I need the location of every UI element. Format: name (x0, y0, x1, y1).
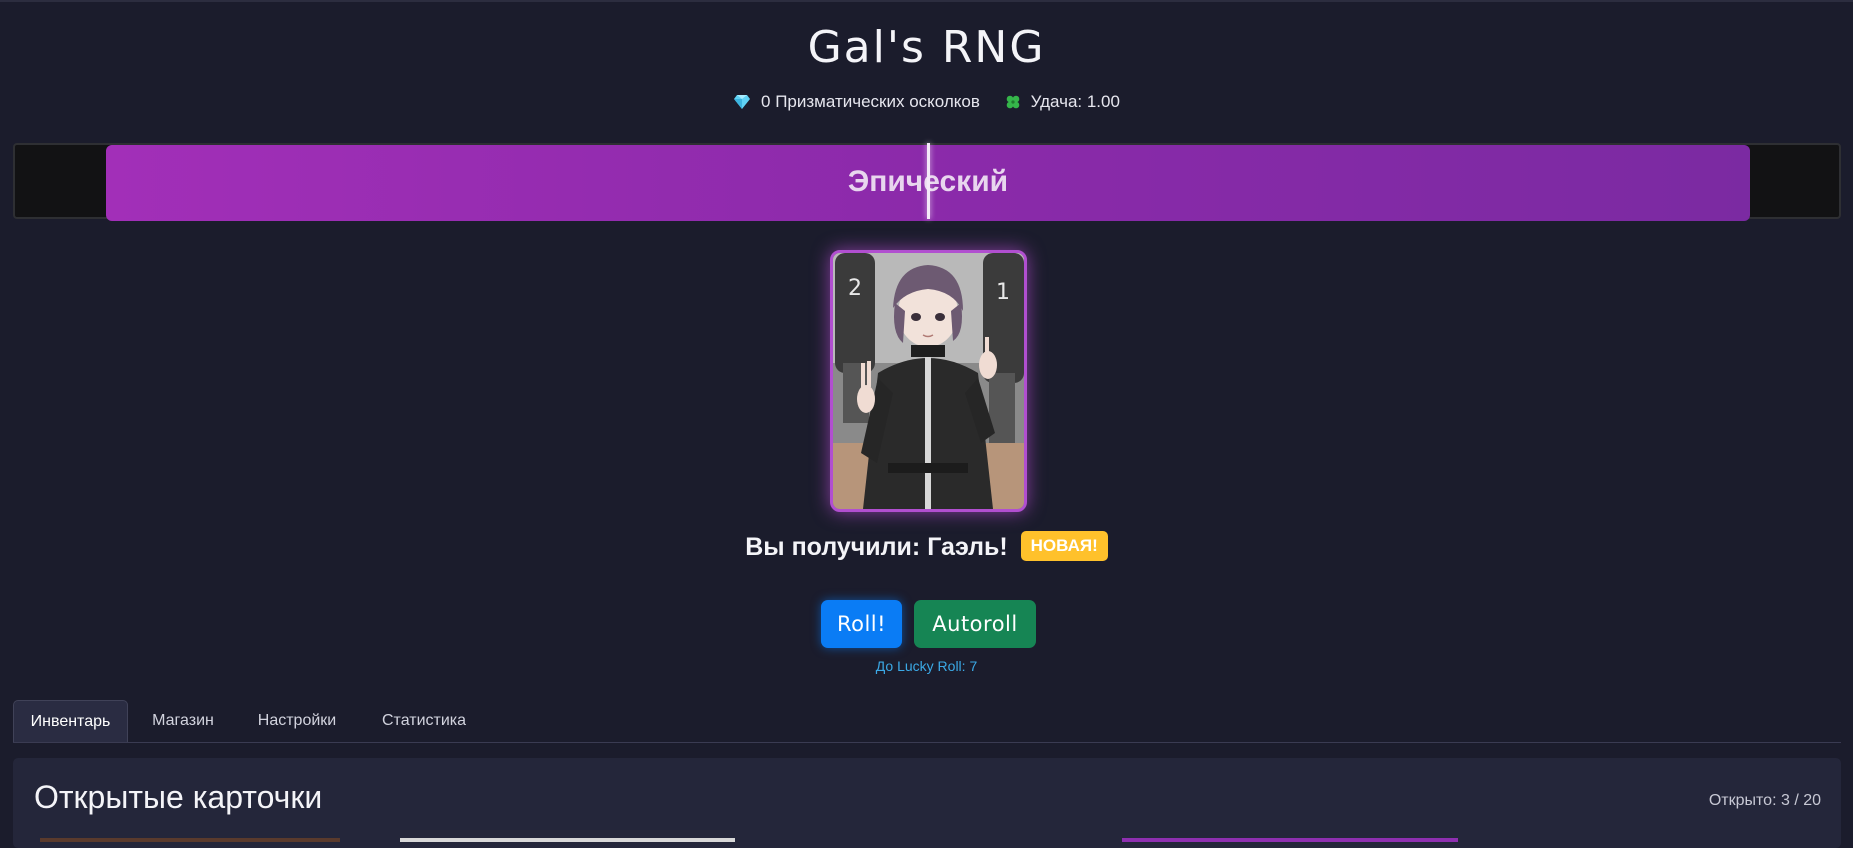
tab-shop[interactable]: Магазин (131, 700, 235, 742)
tab-statistics[interactable]: Статистика (359, 700, 489, 742)
spinner-needle (927, 143, 930, 219)
inventory-panel: Открытые карточки Открыто: 3 / 20 (13, 758, 1841, 848)
svg-text:2: 2 (848, 276, 862, 301)
gem-icon (734, 95, 751, 109)
roll-result: Вы получили: Гаэль! НОВАЯ! (0, 531, 1853, 563)
stats-bar: 0 Призматических осколков Удача: 1.00 (0, 92, 1853, 115)
luck-stat: Удача: 1.00 (1005, 92, 1120, 112)
luck-text: Удача: 1.00 (1030, 92, 1120, 111)
tab-settings[interactable]: Настройки (235, 700, 359, 742)
autoroll-button[interactable]: Autoroll (914, 600, 1036, 648)
roll-button[interactable]: Roll! (821, 600, 902, 648)
card-preview[interactable] (400, 838, 735, 842)
lucky-roll-counter: До Lucky Roll: 7 (875, 658, 978, 674)
inventory-title: Открытые карточки (34, 779, 323, 815)
clover-icon (1006, 95, 1019, 109)
new-badge: НОВАЯ! (1020, 531, 1108, 562)
app-title: Gal's RNG (807, 22, 1046, 73)
tab-inventory[interactable]: Инвентарь (13, 700, 128, 742)
inventory-count: Открыто: 3 / 20 (1708, 792, 1821, 809)
character-portrait: 2 1 (833, 253, 1024, 509)
shards-text: 0 Призматических осколков (761, 92, 980, 111)
rolled-card-image: 2 1 (830, 250, 1027, 512)
card-preview[interactable] (40, 838, 340, 842)
tab-bar: Инвентарь Магазин Настройки Статистика (13, 700, 1841, 743)
top-border (0, 0, 1853, 2)
result-text: Вы получили: Гаэль! (745, 533, 1008, 561)
card-preview[interactable] (1122, 838, 1458, 842)
shards-stat: 0 Призматических осколков (733, 92, 980, 112)
svg-text:1: 1 (996, 280, 1010, 305)
